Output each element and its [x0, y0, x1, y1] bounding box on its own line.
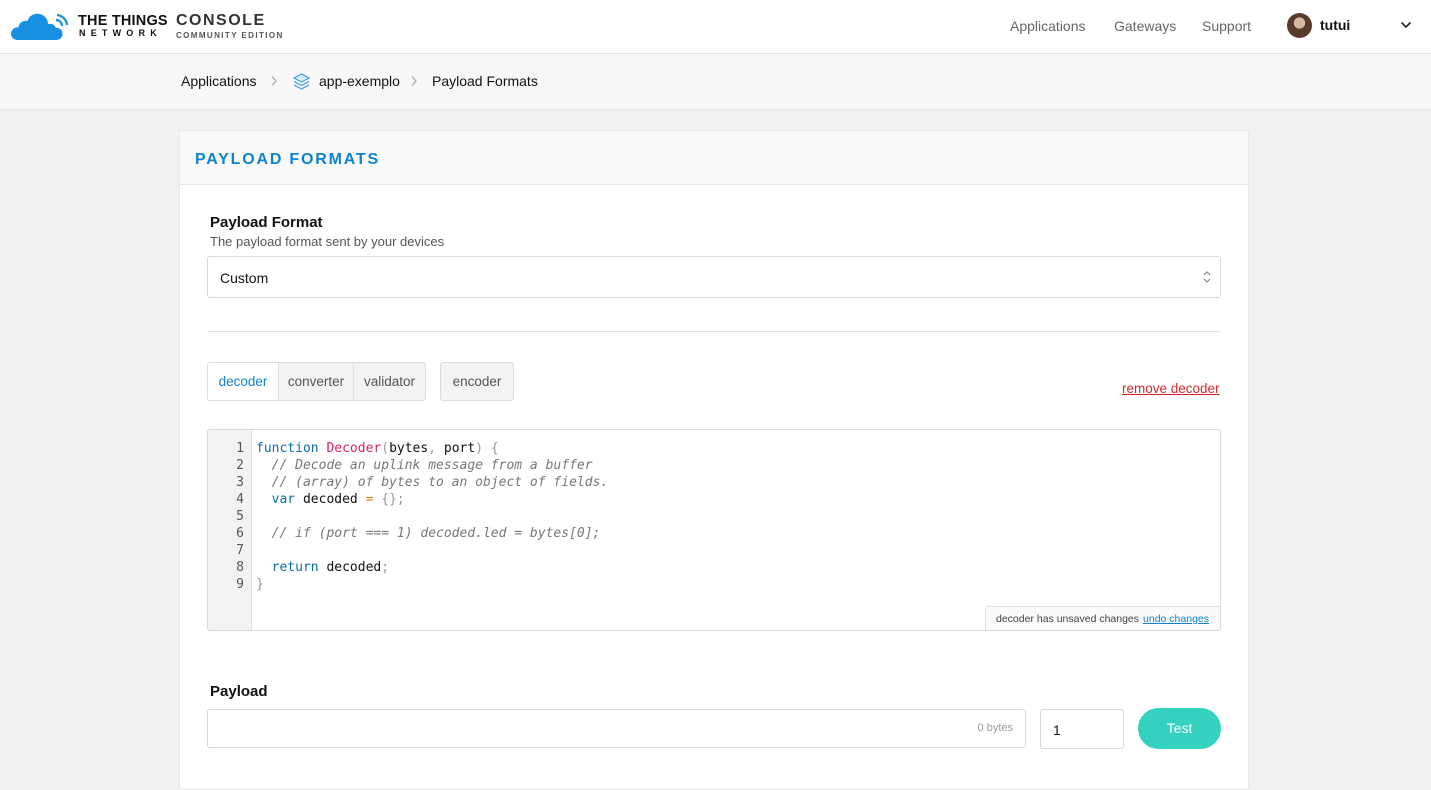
line-number: 2	[236, 458, 244, 473]
line-number: 7	[236, 543, 244, 558]
code-content[interactable]: function Decoder(bytes, port) { // Decod…	[256, 440, 608, 593]
line-number: 5	[236, 509, 244, 524]
line-number: 9	[236, 577, 244, 592]
layers-icon	[292, 73, 311, 90]
brand-subname: NETWORK	[79, 28, 162, 38]
card-header: PAYLOAD FORMATS	[180, 131, 1248, 185]
nav-gateways[interactable]: Gateways	[1114, 18, 1176, 34]
select-arrows-icon	[1203, 271, 1211, 283]
breadcrumb-applications[interactable]: Applications	[181, 73, 257, 89]
line-number: 1	[236, 441, 244, 456]
line-number: 8	[236, 560, 244, 575]
chevron-right-icon	[411, 76, 417, 86]
code-line: var decoded = {};	[271, 492, 405, 507]
payload-format-value: Custom	[220, 270, 269, 286]
ttn-cloud-logo-icon[interactable]	[10, 11, 72, 41]
line-number-gutter: 1 2 3 4 5 6 7 8 9	[208, 430, 252, 630]
unsaved-text: decoder has unsaved changes	[996, 613, 1140, 625]
line-number: 3	[236, 475, 244, 490]
payload-label: Payload	[210, 683, 268, 700]
payload-format-select[interactable]: Custom	[207, 256, 1221, 298]
function-tabs: decoder converter validator	[207, 362, 426, 401]
remove-decoder-link[interactable]: remove decoder	[1122, 381, 1220, 396]
test-button[interactable]: Test	[1138, 708, 1221, 749]
chevron-right-icon	[271, 76, 277, 86]
top-navbar: THE THINGS NETWORK CONSOLE COMMUNITY EDI…	[0, 0, 1431, 54]
port-input[interactable]: 1	[1040, 709, 1124, 749]
nav-support[interactable]: Support	[1202, 18, 1251, 34]
code-line: // Decode an uplink message from a buffe…	[271, 458, 593, 473]
line-number: 4	[236, 492, 244, 507]
encoder-tabs: encoder	[440, 362, 514, 401]
line-number: 6	[236, 526, 244, 541]
payload-format-help: The payload format sent by your devices	[210, 234, 445, 249]
avatar[interactable]	[1287, 13, 1312, 38]
tab-decoder[interactable]: decoder	[208, 363, 279, 400]
brand-console: CONSOLE	[176, 12, 266, 29]
byte-count: 0 bytes	[977, 722, 1013, 734]
breadcrumb-current: Payload Formats	[432, 73, 538, 89]
breadcrumb: Applications app-exemplo Payload Formats	[0, 54, 1431, 110]
tab-converter[interactable]: converter	[279, 363, 354, 400]
code-line: // (array) of bytes to an object of fiel…	[271, 475, 609, 490]
code-line: function Decoder(bytes, port) {	[256, 441, 499, 456]
username[interactable]: tutui	[1320, 17, 1350, 33]
payload-input[interactable]: 0 bytes	[207, 709, 1026, 748]
code-line: // if (port === 1) decoded.led = bytes[0…	[271, 526, 601, 541]
brand-edition: COMMUNITY EDITION	[176, 31, 284, 40]
breadcrumb-app[interactable]: app-exemplo	[319, 73, 400, 89]
divider	[207, 331, 1221, 332]
tab-encoder[interactable]: encoder	[441, 363, 513, 400]
code-line: return decoded;	[271, 560, 390, 575]
payload-format-label: Payload Format	[210, 214, 323, 231]
undo-changes-link[interactable]: undo changes	[1143, 613, 1209, 625]
code-editor[interactable]: 1 2 3 4 5 6 7 8 9 function Decoder(bytes…	[207, 429, 1221, 631]
chevron-down-icon[interactable]	[1400, 21, 1412, 29]
code-line: }	[256, 577, 264, 592]
nav-applications[interactable]: Applications	[1010, 18, 1086, 34]
unsaved-changes-notice: decoder has unsaved changes undo changes	[985, 606, 1220, 630]
tab-validator[interactable]: validator	[354, 363, 425, 400]
brand-name: THE THINGS	[78, 13, 168, 29]
page-title: PAYLOAD FORMATS	[195, 151, 380, 168]
